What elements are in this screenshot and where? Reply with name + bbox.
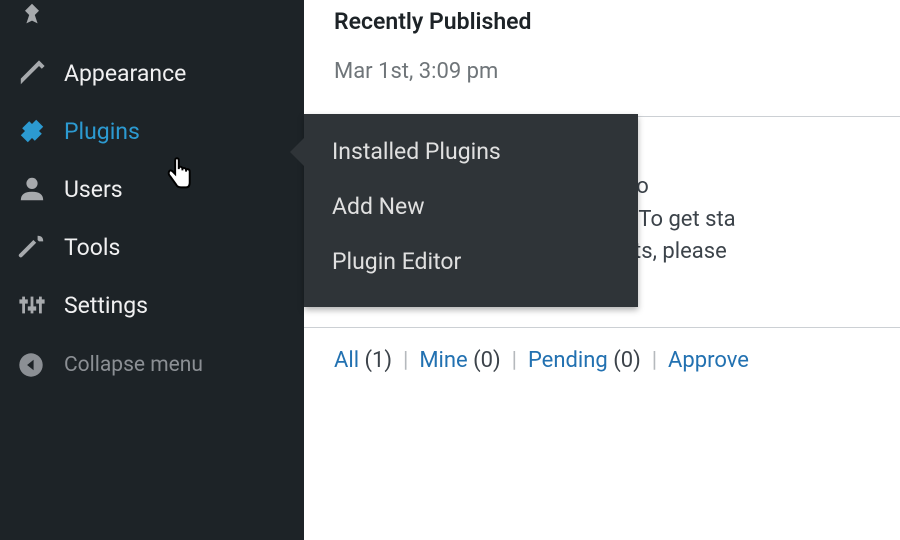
sidebar-item-tools[interactable]: Tools [0,218,304,276]
filter-sep: | [646,348,668,373]
filter-all-count: (1) [365,348,393,373]
collapse-icon [18,350,52,380]
flyout-item-add-new[interactable]: Add New [304,179,638,234]
appearance-icon [18,58,52,88]
widget-date: Mar 1st, 3:09 pm [334,41,870,84]
flyout-item-plugin-editor[interactable]: Plugin Editor [304,234,638,289]
plugins-icon [18,116,52,146]
filter-sep: | [398,348,420,373]
filter-pending-count: (0) [613,348,641,373]
filter-mine[interactable]: Mine [419,348,467,373]
widget-title: Recently Published [334,0,870,41]
sidebar-item-label: Appearance [64,60,186,87]
filter-all[interactable]: All [334,348,359,373]
sidebar-item-label: Plugins [64,118,140,145]
tools-icon [18,232,52,262]
pin-icon [18,0,52,30]
sidebar-item-users[interactable]: Users [0,160,304,218]
sidebar-item-appearance[interactable]: Appearance [0,44,304,102]
plugins-flyout: Installed Plugins Add New Plugin Editor [304,114,638,307]
sidebar-item-plugins[interactable]: Plugins [0,102,304,160]
flyout-item-installed-plugins[interactable]: Installed Plugins [304,124,638,179]
filter-pending[interactable]: Pending [528,348,608,373]
filter-sep: | [506,348,528,373]
cursor-pointer-icon [165,157,195,195]
sidebar-collapse-label: Collapse menu [64,353,203,377]
comment-filters: All (1) | Mine (0) | Pending (0) | Appro… [304,327,900,373]
settings-icon [18,290,52,320]
users-icon [18,174,52,204]
sidebar-item-settings[interactable]: Settings [0,276,304,334]
sidebar-collapse[interactable]: Collapse menu [0,334,304,394]
comment-author-suffix: o [636,174,649,199]
admin-sidebar: Appearance Plugins Users Tools Settings … [0,0,304,540]
filter-mine-count: (0) [473,348,501,373]
sidebar-item-label: Settings [64,292,148,319]
sidebar-item-label: Tools [64,234,120,261]
sidebar-item-partial[interactable] [0,0,304,44]
sidebar-item-label: Users [64,176,123,203]
recently-published-widget: Recently Published Mar 1st, 3:09 pm [304,0,900,117]
filter-approved[interactable]: Approve [668,348,749,373]
